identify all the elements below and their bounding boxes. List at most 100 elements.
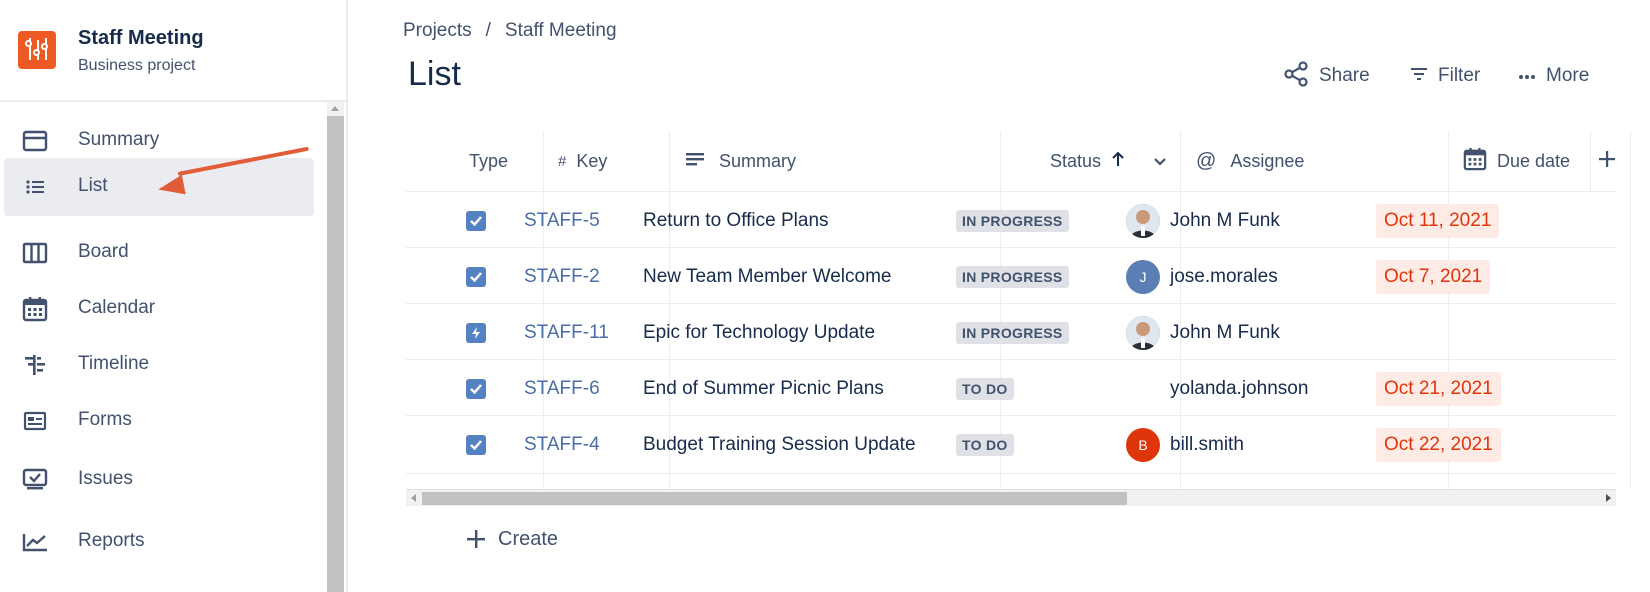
breadcrumb-projects[interactable]: Projects — [403, 20, 472, 42]
sidebar-item-issues[interactable]: Issues — [4, 451, 314, 509]
sort-ascending-icon[interactable] — [1111, 151, 1125, 172]
assignee-cell[interactable]: yolanda.johnson — [1126, 360, 1308, 418]
status-cell[interactable]: TO DO — [956, 360, 1014, 418]
sidebar-item-timeline[interactable]: Timeline — [4, 336, 314, 394]
scrollbar-thumb[interactable] — [422, 492, 1127, 505]
sidebar-item-forms[interactable]: Forms — [4, 392, 314, 450]
scroll-up-arrow-icon[interactable] — [327, 102, 344, 116]
add-column-button[interactable] — [1598, 131, 1616, 191]
summary-text: New Team Member Welcome — [643, 266, 892, 287]
table-row[interactable]: STAFF-2 New Team Member Welcome IN PROGR… — [406, 247, 1616, 306]
forms-icon — [20, 409, 50, 433]
project-type: Business project — [78, 57, 196, 74]
timeline-icon — [20, 353, 50, 377]
due-date: Oct 7, 2021 — [1376, 260, 1491, 294]
breadcrumb-current[interactable]: Staff Meeting — [505, 20, 617, 42]
issue-summary[interactable]: New Team Member Welcome — [643, 248, 891, 306]
sidebar-item-label: Calendar — [78, 297, 156, 318]
plus-icon — [466, 529, 486, 550]
column-header-label: Due date — [1497, 150, 1571, 171]
issue-summary[interactable]: Return to Office Plans — [643, 192, 829, 250]
sidebar-scrollbar[interactable] — [327, 102, 344, 592]
status-cell[interactable]: IN PROGRESS — [956, 192, 1069, 250]
issue-summary[interactable]: Epic for Technology Update — [643, 304, 875, 362]
column-header-summary[interactable]: Summary — [685, 131, 796, 191]
status-badge[interactable]: TO DO — [956, 378, 1014, 400]
filter-button[interactable]: Filter — [1410, 60, 1480, 92]
more-button[interactable]: More — [1518, 60, 1589, 92]
summary-text: Budget Training Session Update — [643, 434, 916, 455]
scroll-right-arrow-icon[interactable] — [1606, 494, 1611, 502]
issues-icon — [20, 468, 50, 492]
sidebar-item-board[interactable]: Board — [4, 224, 314, 282]
table-row[interactable]: STAFF-11 Epic for Technology Update IN P… — [406, 303, 1616, 362]
due-date-cell[interactable]: Oct 11, 2021 — [1376, 192, 1500, 250]
type-task-icon — [466, 248, 486, 306]
table-row[interactable]: STAFF-4 Budget Training Session Update T… — [406, 415, 1616, 474]
summary-lines-icon — [685, 151, 705, 172]
scroll-left-arrow-icon[interactable] — [411, 494, 416, 502]
due-date: Oct 22, 2021 — [1376, 428, 1501, 462]
sidebar-item-reports[interactable]: Reports — [4, 513, 314, 571]
assignee-cell[interactable]: B bill.smith — [1126, 416, 1244, 474]
assignee-name: jose.morales — [1170, 266, 1278, 287]
due-date-cell[interactable]: Oct 21, 2021 — [1376, 360, 1501, 418]
issue-key[interactable]: STAFF-5 — [524, 210, 600, 232]
more-label: More — [1546, 65, 1590, 86]
due-date-cell[interactable]: Oct 7, 2021 — [1376, 248, 1491, 306]
assignee-name: John M Funk — [1170, 210, 1280, 231]
project-header[interactable]: Staff Meeting Business project — [0, 0, 346, 102]
issue-summary[interactable]: End of Summer Picnic Plans — [643, 360, 884, 418]
status-cell[interactable]: TO DO — [956, 416, 1014, 474]
column-header-key[interactable]: # Key — [558, 131, 607, 191]
due-date: Oct 21, 2021 — [1376, 372, 1501, 406]
column-header-label: Summary — [719, 150, 797, 171]
sidebar-item-label: Board — [78, 241, 129, 262]
due-date-cell[interactable]: Oct 22, 2021 — [1376, 416, 1501, 474]
breadcrumb: Projects / Staff Meeting — [403, 20, 617, 42]
summary-icon — [20, 129, 50, 153]
sidebar: Staff Meeting Business project Summary L… — [0, 0, 348, 592]
assignee-cell[interactable]: John M Funk — [1126, 192, 1280, 250]
at-icon: @ — [1196, 149, 1217, 172]
status-badge[interactable]: IN PROGRESS — [956, 322, 1069, 344]
column-header-assignee[interactable]: @ Assignee — [1196, 131, 1304, 191]
issue-key-link[interactable]: STAFF-6 — [524, 360, 600, 418]
status-badge[interactable]: IN PROGRESS — [956, 210, 1069, 232]
assignee-cell[interactable]: John M Funk — [1126, 304, 1280, 362]
sidebar-item-label: List — [78, 175, 108, 196]
column-header-type[interactable]: Type — [469, 131, 508, 191]
status-cell[interactable]: IN PROGRESS — [956, 304, 1069, 362]
table-row[interactable]: STAFF-5 Return to Office Plans IN PROGRE… — [406, 191, 1616, 250]
issue-key-link[interactable]: STAFF-4 — [524, 416, 600, 474]
column-header-status[interactable]: Status — [1050, 131, 1167, 191]
issue-summary[interactable]: Budget Training Session Update — [643, 416, 916, 474]
issue-key[interactable]: STAFF-11 — [524, 322, 609, 344]
table-row[interactable]: STAFF-6 End of Summer Picnic Plans TO DO… — [406, 359, 1616, 418]
summary-text: Epic for Technology Update — [643, 322, 876, 343]
assignee-cell[interactable]: J jose.morales — [1126, 248, 1278, 306]
create-button[interactable]: Create — [466, 528, 558, 551]
status-cell[interactable]: IN PROGRESS — [956, 248, 1069, 306]
status-badge[interactable]: TO DO — [956, 434, 1014, 456]
horizontal-scrollbar[interactable] — [406, 489, 1616, 506]
issue-key-link[interactable]: STAFF-11 — [524, 304, 609, 362]
issue-key[interactable]: STAFF-6 — [524, 378, 600, 400]
issue-key-link[interactable]: STAFF-2 — [524, 248, 600, 306]
assignee-name: yolanda.johnson — [1170, 378, 1309, 399]
issue-key-link[interactable]: STAFF-5 — [524, 192, 600, 250]
column-divider — [1630, 131, 1631, 489]
status-badge[interactable]: IN PROGRESS — [956, 266, 1069, 288]
share-button[interactable]: Share — [1283, 60, 1370, 92]
reports-icon — [20, 530, 50, 554]
list-icon — [20, 175, 50, 199]
filter-icon — [1410, 66, 1428, 87]
chevron-down-icon[interactable] — [1153, 151, 1167, 172]
column-header-due-date[interactable]: Due date — [1463, 131, 1570, 191]
sidebar-item-calendar[interactable]: Calendar — [4, 280, 314, 338]
hash-icon: # — [558, 152, 567, 170]
assignee-name: John M Funk — [1170, 322, 1280, 343]
issue-key[interactable]: STAFF-4 — [524, 434, 600, 456]
project-avatar-icon — [18, 31, 56, 69]
issue-key[interactable]: STAFF-2 — [524, 266, 600, 288]
